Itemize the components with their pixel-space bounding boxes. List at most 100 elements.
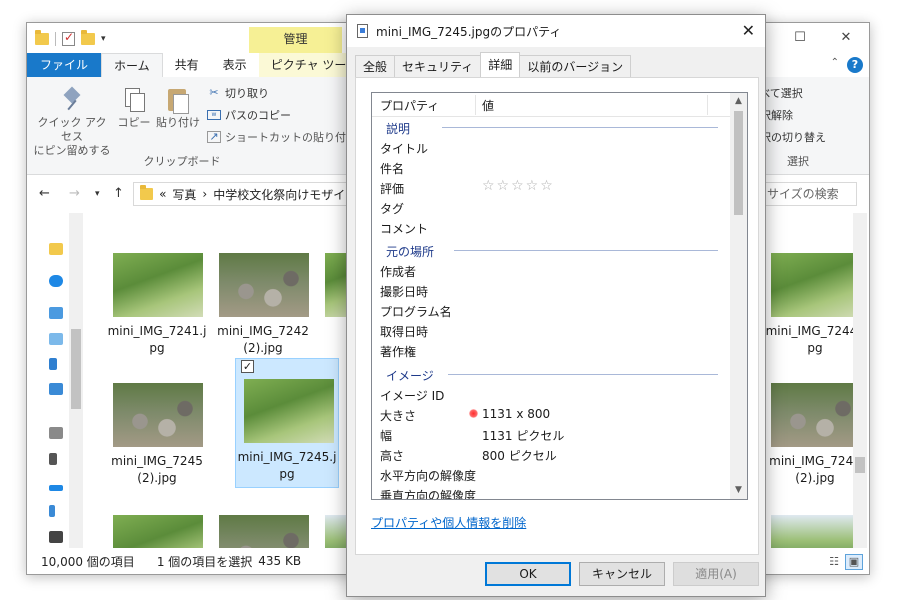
cancel-button[interactable]: キャンセル — [579, 562, 665, 586]
file-tile[interactable] — [211, 495, 315, 548]
tab-previous-versions[interactable]: 以前のバージョン — [519, 55, 632, 77]
network-drive-icon[interactable] — [49, 531, 63, 543]
cut-button[interactable]: ✂ 切り取り — [207, 83, 269, 103]
file-tile[interactable]: mini_IMG_7241.jpg — [105, 233, 209, 363]
ok-button[interactable]: OK — [485, 562, 571, 586]
search-input[interactable]: サイズの検索 — [762, 182, 857, 206]
close-button[interactable]: ✕ — [823, 23, 869, 53]
column-header-value[interactable]: 値 — [482, 97, 494, 114]
property-name: プログラム名 — [380, 305, 452, 319]
column-divider[interactable] — [707, 95, 708, 115]
copy-button[interactable]: コピー — [117, 87, 151, 130]
large-icons-view-icon[interactable]: ▣ — [845, 554, 863, 570]
tab-security[interactable]: セキュリティ — [394, 55, 482, 77]
scrollbar-thumb[interactable] — [71, 329, 81, 409]
column-divider[interactable] — [475, 95, 476, 115]
file-tile[interactable]: mini_IMG_7242 (2).jpg — [211, 233, 315, 363]
property-row[interactable]: 取得日時 — [372, 320, 730, 340]
paste-shortcut-button[interactable]: ↗ ショートカットの貼り付け — [207, 127, 357, 147]
close-icon[interactable]: ✕ — [742, 21, 755, 40]
folder-icon — [140, 185, 154, 200]
pictures-icon[interactable] — [49, 427, 63, 439]
property-row[interactable]: タイトル — [372, 137, 730, 157]
property-row[interactable]: 評価 ☆☆☆☆☆ — [372, 177, 730, 197]
tab-home[interactable]: ホーム — [101, 53, 163, 77]
customize-toolbar-chevron-icon[interactable]: ▾ — [101, 34, 106, 44]
quick-access-folder-icon[interactable] — [49, 243, 63, 255]
column-header-property[interactable]: プロパティ — [380, 97, 439, 114]
forward-arrow-icon[interactable]: → — [69, 186, 80, 201]
address-overflow[interactable]: « — [159, 187, 166, 201]
apply-button[interactable]: 適用(A) — [673, 562, 759, 586]
this-pc-icon[interactable] — [49, 307, 63, 319]
file-tile[interactable] — [317, 495, 355, 548]
downloads-icon[interactable] — [49, 358, 57, 370]
file-list-scrollbar[interactable] — [853, 213, 867, 548]
desktop-icon[interactable] — [49, 333, 63, 345]
property-row[interactable]: イメージ ID — [372, 384, 730, 404]
file-tile[interactable]: mini_IMG_7245 (2).jpg — [105, 363, 209, 493]
scroll-up-arrow-icon[interactable]: ▲ — [730, 93, 747, 110]
tab-details[interactable]: 詳細 — [480, 52, 521, 77]
navigation-pane-scrollbar[interactable] — [69, 213, 83, 548]
file-thumbnail — [113, 383, 203, 447]
music-icon[interactable] — [49, 485, 63, 491]
toolbar-divider — [55, 32, 56, 46]
copy-path-button[interactable]: w パスのコピー — [207, 105, 291, 125]
property-row[interactable]: 件名 — [372, 157, 730, 177]
tab-share[interactable]: 共有 — [163, 53, 211, 77]
help-icon[interactable]: ? — [847, 57, 863, 73]
file-tile[interactable] — [317, 233, 355, 363]
property-row[interactable]: 作成者 — [372, 260, 730, 280]
file-tile[interactable] — [763, 495, 853, 548]
selection-checkbox[interactable]: ✓ — [241, 360, 254, 373]
pin-quick-access-button[interactable]: クイック アクセス にピン留めする — [33, 87, 111, 158]
property-row[interactable]: 大きさ 1131 x 800 — [372, 404, 730, 424]
rating-stars[interactable]: ☆☆☆☆☆ — [482, 178, 555, 194]
file-thumbnail — [219, 253, 309, 317]
file-tile[interactable]: mini_IMG_7248 (2).jpg — [763, 363, 853, 493]
documents-icon[interactable] — [49, 383, 63, 395]
back-arrow-icon[interactable]: ← — [39, 186, 50, 201]
manage-context-tab: 管理 — [249, 27, 342, 53]
file-tile-selected[interactable]: ✓ mini_IMG_7245.jpg — [235, 358, 339, 488]
file-tile[interactable]: mini_IMG_7244.jpg — [763, 233, 853, 363]
file-tile[interactable] — [105, 495, 209, 548]
scroll-down-arrow-icon[interactable]: ▼ — [730, 482, 747, 499]
property-list-scrollbar[interactable]: ▲ ▼ — [730, 93, 747, 499]
properties-icon[interactable] — [62, 30, 75, 46]
details-view-icon[interactable]: ☷ — [825, 554, 843, 570]
property-row[interactable]: 幅 1131 ピクセル — [372, 424, 730, 444]
recent-locations-chevron-icon[interactable]: ▾ — [95, 189, 100, 199]
onedrive-icon[interactable] — [49, 275, 63, 287]
drive-icon[interactable] — [49, 505, 55, 517]
maximize-button[interactable]: ☐ — [777, 23, 823, 53]
breadcrumb-separator-icon[interactable]: › — [202, 187, 207, 201]
property-name: 高さ — [380, 449, 405, 463]
property-row[interactable]: コメント — [372, 217, 730, 237]
tab-view[interactable]: 表示 — [211, 53, 259, 77]
scrollbar-thumb[interactable] — [855, 457, 865, 473]
property-row[interactable]: タグ — [372, 197, 730, 217]
breadcrumb-mosaic-folder[interactable]: 中学校文化祭向けモザイク — [213, 186, 357, 203]
tab-general[interactable]: 全般 — [355, 55, 396, 77]
property-list: プロパティ 値 説明 タイトル 件名 評価 ☆☆☆☆☆ タグ コメント 元の場所… — [371, 92, 748, 500]
collapse-ribbon-chevron-icon[interactable]: ⌃ — [831, 57, 839, 68]
new-folder-icon[interactable] — [81, 30, 95, 45]
property-row[interactable]: 著作権 — [372, 340, 730, 360]
property-row[interactable]: プログラム名 — [372, 300, 730, 320]
up-arrow-icon[interactable]: ↑ — [113, 186, 124, 201]
property-row[interactable]: 垂直方向の解像度 — [372, 484, 730, 499]
scrollbar-thumb[interactable] — [734, 111, 743, 215]
videos-icon[interactable] — [49, 453, 57, 465]
paste-button[interactable]: 貼り付け — [155, 87, 201, 130]
tab-file[interactable]: ファイル — [27, 53, 102, 77]
property-row[interactable]: 撮影日時 — [372, 280, 730, 300]
remove-properties-link[interactable]: プロパティや個人情報を削除 — [371, 514, 526, 531]
breadcrumb-photos[interactable]: 写真 — [172, 186, 196, 203]
address-bar[interactable]: « 写真 › 中学校文化祭向けモザイク — [133, 182, 358, 206]
file-name: mini_IMG_7244.jpg — [765, 324, 853, 355]
image-file-icon — [357, 24, 368, 38]
property-row[interactable]: 高さ 800 ピクセル — [372, 444, 730, 464]
property-row[interactable]: 水平方向の解像度 — [372, 464, 730, 484]
